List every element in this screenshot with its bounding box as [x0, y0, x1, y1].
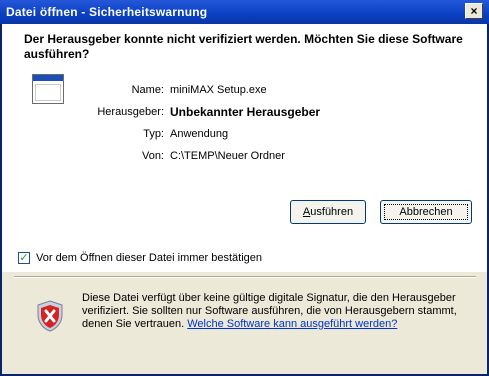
publisher-label: Herausgeber:	[97, 106, 164, 118]
run-button[interactable]: Ausführen	[290, 200, 366, 224]
run-button-accel: A	[302, 206, 311, 218]
security-shield-icon	[37, 300, 63, 332]
publisher-value: Unbekannter Herausgeber	[170, 105, 321, 119]
from-label: Von:	[141, 150, 164, 162]
security-warning-dialog: Datei öffnen - Sicherheitswarnung × Der …	[0, 0, 489, 376]
always-confirm-row[interactable]: ✓ Vor dem Öffnen dieser Datei immer best…	[18, 252, 262, 264]
cancel-button-label: Abbrechen	[399, 206, 453, 218]
name-label: Name:	[131, 84, 164, 96]
name-value: miniMAX Setup.exe	[170, 84, 267, 96]
cancel-button[interactable]: Abbrechen	[380, 200, 472, 224]
warning-question: Der Herausgeber konnte nicht verifiziert…	[24, 32, 463, 61]
warning-message: Diese Datei verfügt über keine gültige d…	[82, 292, 478, 331]
close-icon: ×	[470, 4, 478, 18]
window-title: Datei öffnen - Sicherheitswarnung	[6, 5, 208, 19]
close-button[interactable]: ×	[465, 3, 483, 19]
section-divider	[14, 276, 476, 278]
type-value: Anwendung	[170, 128, 229, 140]
from-value: C:\TEMP\Neuer Ordner	[170, 150, 285, 162]
run-button-label: usführen	[310, 206, 354, 218]
help-link[interactable]: Welche Software kann ausgeführt werden?	[187, 318, 397, 330]
title-bar[interactable]: Datei öffnen - Sicherheitswarnung ×	[0, 0, 489, 24]
always-confirm-label[interactable]: Vor dem Öffnen dieser Datei immer bestät…	[36, 252, 262, 264]
type-label: Typ:	[143, 128, 164, 140]
always-confirm-checkbox[interactable]: ✓	[18, 252, 30, 264]
